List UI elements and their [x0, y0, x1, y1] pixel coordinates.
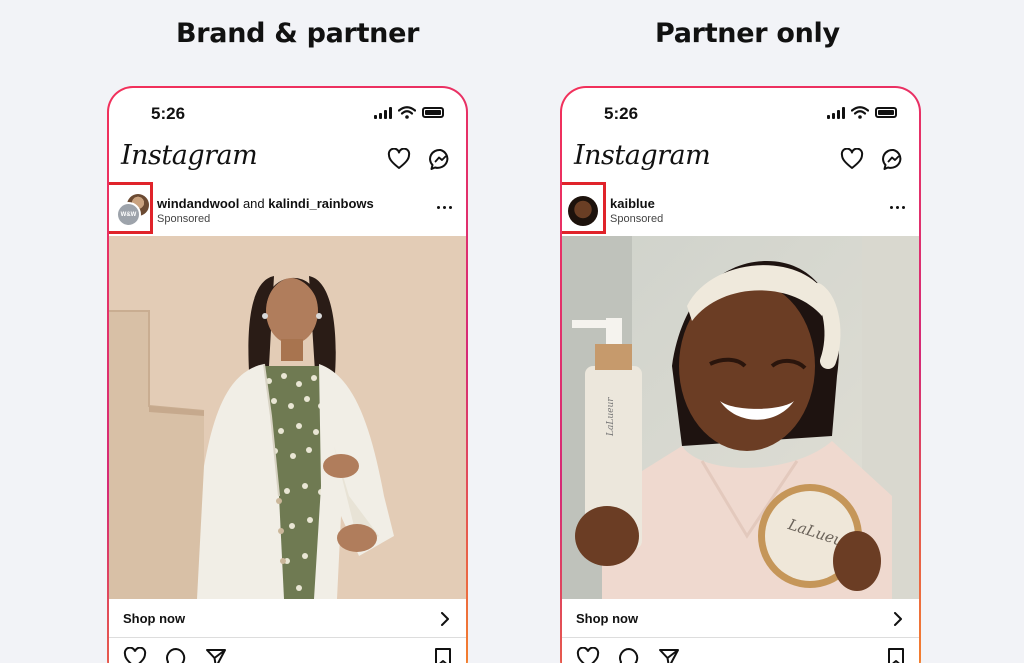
status-icons: [374, 106, 444, 119]
messenger-icon[interactable]: [429, 148, 452, 171]
heading-brand-and-partner: Brand & partner: [176, 18, 420, 49]
status-time: 5:26: [604, 104, 639, 123]
shop-now-label: Shop now: [123, 611, 186, 626]
sponsored-label: Sponsored: [610, 213, 664, 225]
chevron-right-icon: [894, 612, 902, 626]
signal-icon: [374, 106, 392, 119]
phone-mockup-partner-only: 5:26 Instagram kaiblue Sponsored LaLueur…: [560, 86, 921, 663]
bottle-label: LaLueur: [606, 397, 616, 437]
shop-now-row[interactable]: Shop now: [562, 599, 919, 638]
signal-icon: [827, 106, 845, 119]
comment-icon[interactable]: [618, 647, 640, 663]
more-icon[interactable]: [437, 206, 452, 209]
wifi-icon: [851, 106, 869, 119]
username-joiner: and: [242, 196, 265, 211]
heading-partner-only: Partner only: [655, 18, 840, 49]
brand-avatar[interactable]: W&W: [116, 202, 141, 227]
wifi-icon: [398, 106, 416, 119]
phone-mockup-brand-partner: 5:26 Instagram W&W windandwool and kalin…: [107, 86, 468, 663]
instagram-logo: Instagram: [574, 140, 711, 171]
heart-icon[interactable]: [576, 647, 600, 663]
post-image-skincare-creator[interactable]: LaLueur LaLueur: [562, 236, 919, 599]
shop-now-row[interactable]: Shop now: [109, 599, 466, 638]
save-icon[interactable]: [887, 647, 905, 663]
status-time: 5:26: [151, 104, 186, 123]
more-icon[interactable]: [890, 206, 905, 209]
brand-username[interactable]: windandwool: [157, 196, 239, 211]
messenger-icon[interactable]: [882, 148, 905, 171]
post-header: kaiblue Sponsored: [562, 182, 919, 234]
status-icons: [827, 106, 897, 119]
heart-icon[interactable]: [387, 148, 411, 170]
post-actions: [576, 647, 905, 663]
share-icon[interactable]: [205, 647, 227, 663]
sponsored-label: Sponsored: [157, 213, 211, 225]
battery-icon: [422, 107, 444, 118]
post-actions: [123, 647, 452, 663]
share-icon[interactable]: [658, 647, 680, 663]
shop-now-label: Shop now: [576, 611, 639, 626]
post-image-woman-cardigan[interactable]: [109, 236, 466, 599]
partner-username[interactable]: kaiblue: [610, 196, 655, 211]
battery-icon: [875, 107, 897, 118]
instagram-logo: Instagram: [121, 140, 258, 171]
post-header: W&W windandwool and kalindi_rainbows Spo…: [109, 182, 466, 234]
heart-icon[interactable]: [840, 148, 864, 170]
chevron-right-icon: [441, 612, 449, 626]
save-icon[interactable]: [434, 647, 452, 663]
heart-icon[interactable]: [123, 647, 147, 663]
partner-username[interactable]: kalindi_rainbows: [268, 196, 373, 211]
partner-avatar[interactable]: [568, 196, 598, 226]
comment-icon[interactable]: [165, 647, 187, 663]
brand-avatar-text: W&W: [120, 211, 137, 218]
